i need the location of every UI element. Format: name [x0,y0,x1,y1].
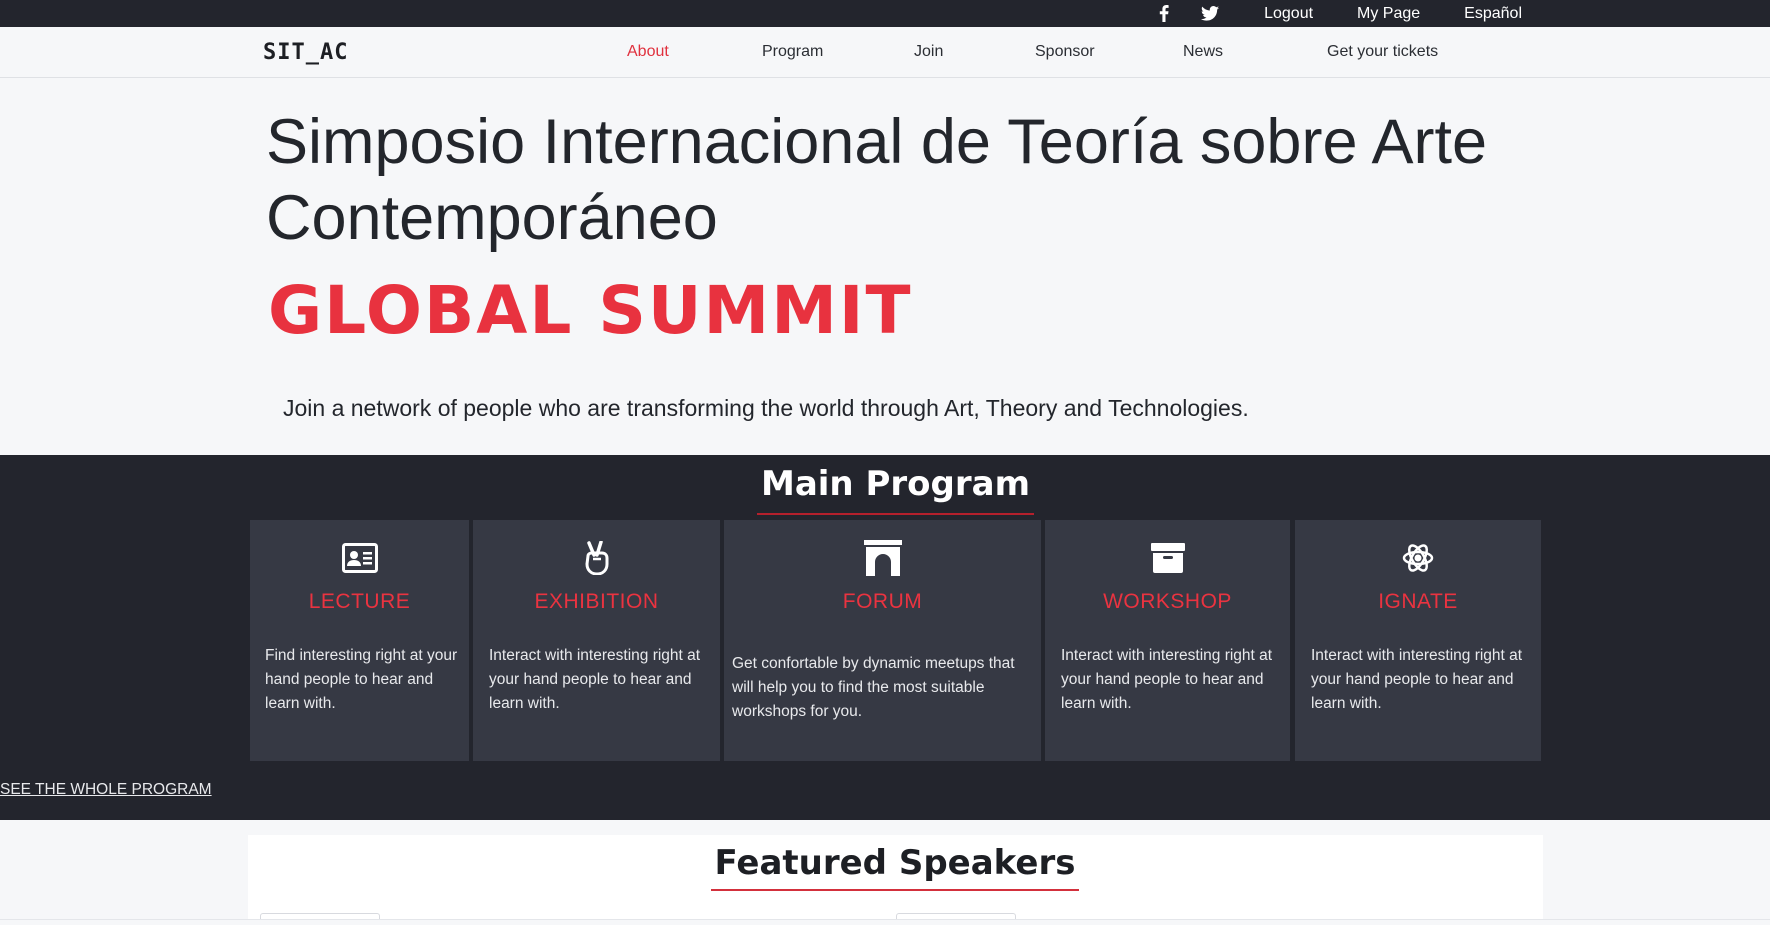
program-card-forum[interactable]: FORUM Get confortable by dynamic meetups… [724,520,1041,761]
nav-item-program[interactable]: Program [762,43,823,61]
card-title: LECTURE [308,590,411,613]
card-title: IGNATE [1378,590,1458,613]
card-text: Interact with interesting right at your … [1061,647,1273,712]
see-whole-program-link[interactable]: SEE THE WHOLE PROGRAM [0,781,212,799]
hero-subtitle: GLOBAL SUMMIT [268,272,913,349]
nav-item-about[interactable]: About [627,43,669,61]
main-navbar: SIT_AC About Program Join Sponsor News G… [0,27,1770,78]
archway-icon [724,540,1041,576]
program-heading: Main Program [757,459,1034,515]
nav-item-sponsor[interactable]: Sponsor [1035,43,1095,61]
peace-hand-icon [473,540,720,576]
program-card-exhibition[interactable]: EXHIBITION Interact with interesting rig… [473,520,720,761]
card-text: Interact with interesting right at your … [489,647,701,712]
card-text: Find interesting right at your hand peop… [265,647,458,712]
archive-box-icon [1045,540,1290,576]
page-bottom-divider [0,919,1770,925]
nav-item-news[interactable]: News [1183,43,1223,61]
main-program-section: Main Program LECTURE Find interesting ri… [0,455,1770,820]
nav-item-tickets[interactable]: Get your tickets [1327,43,1438,61]
top-bar-links: Logout My Page Español [1154,0,1522,27]
top-bar: Logout My Page Español [0,0,1770,27]
card-title: FORUM [842,590,923,613]
atom-icon [1295,540,1541,576]
program-card-ignate[interactable]: IGNATE Interact with interesting right a… [1295,520,1541,761]
twitter-icon[interactable] [1200,4,1220,24]
language-link[interactable]: Español [1464,5,1522,23]
program-card-lecture[interactable]: LECTURE Find interesting right at your h… [250,520,469,761]
hero-tagline: Join a network of people who are transfo… [283,395,1249,421]
card-text: Interact with interesting right at your … [1311,647,1523,712]
hero-title: Simposio Internacional de Teoría sobre A… [266,107,1488,253]
brand-logo[interactable]: SIT_AC [263,40,348,65]
id-card-icon [250,540,469,576]
program-card-workshop[interactable]: WORKSHOP Interact with interesting right… [1045,520,1290,761]
card-text: Get confortable by dynamic meetups that … [732,655,1015,720]
my-page-link[interactable]: My Page [1357,5,1420,23]
featured-speakers-section: Featured Speakers [248,835,1543,925]
nav-item-join[interactable]: Join [914,43,943,61]
card-title: EXHIBITION [534,590,659,613]
speakers-heading: Featured Speakers [711,835,1079,891]
facebook-icon[interactable] [1154,4,1174,24]
logout-link[interactable]: Logout [1264,5,1313,23]
card-title: WORKSHOP [1103,590,1232,613]
